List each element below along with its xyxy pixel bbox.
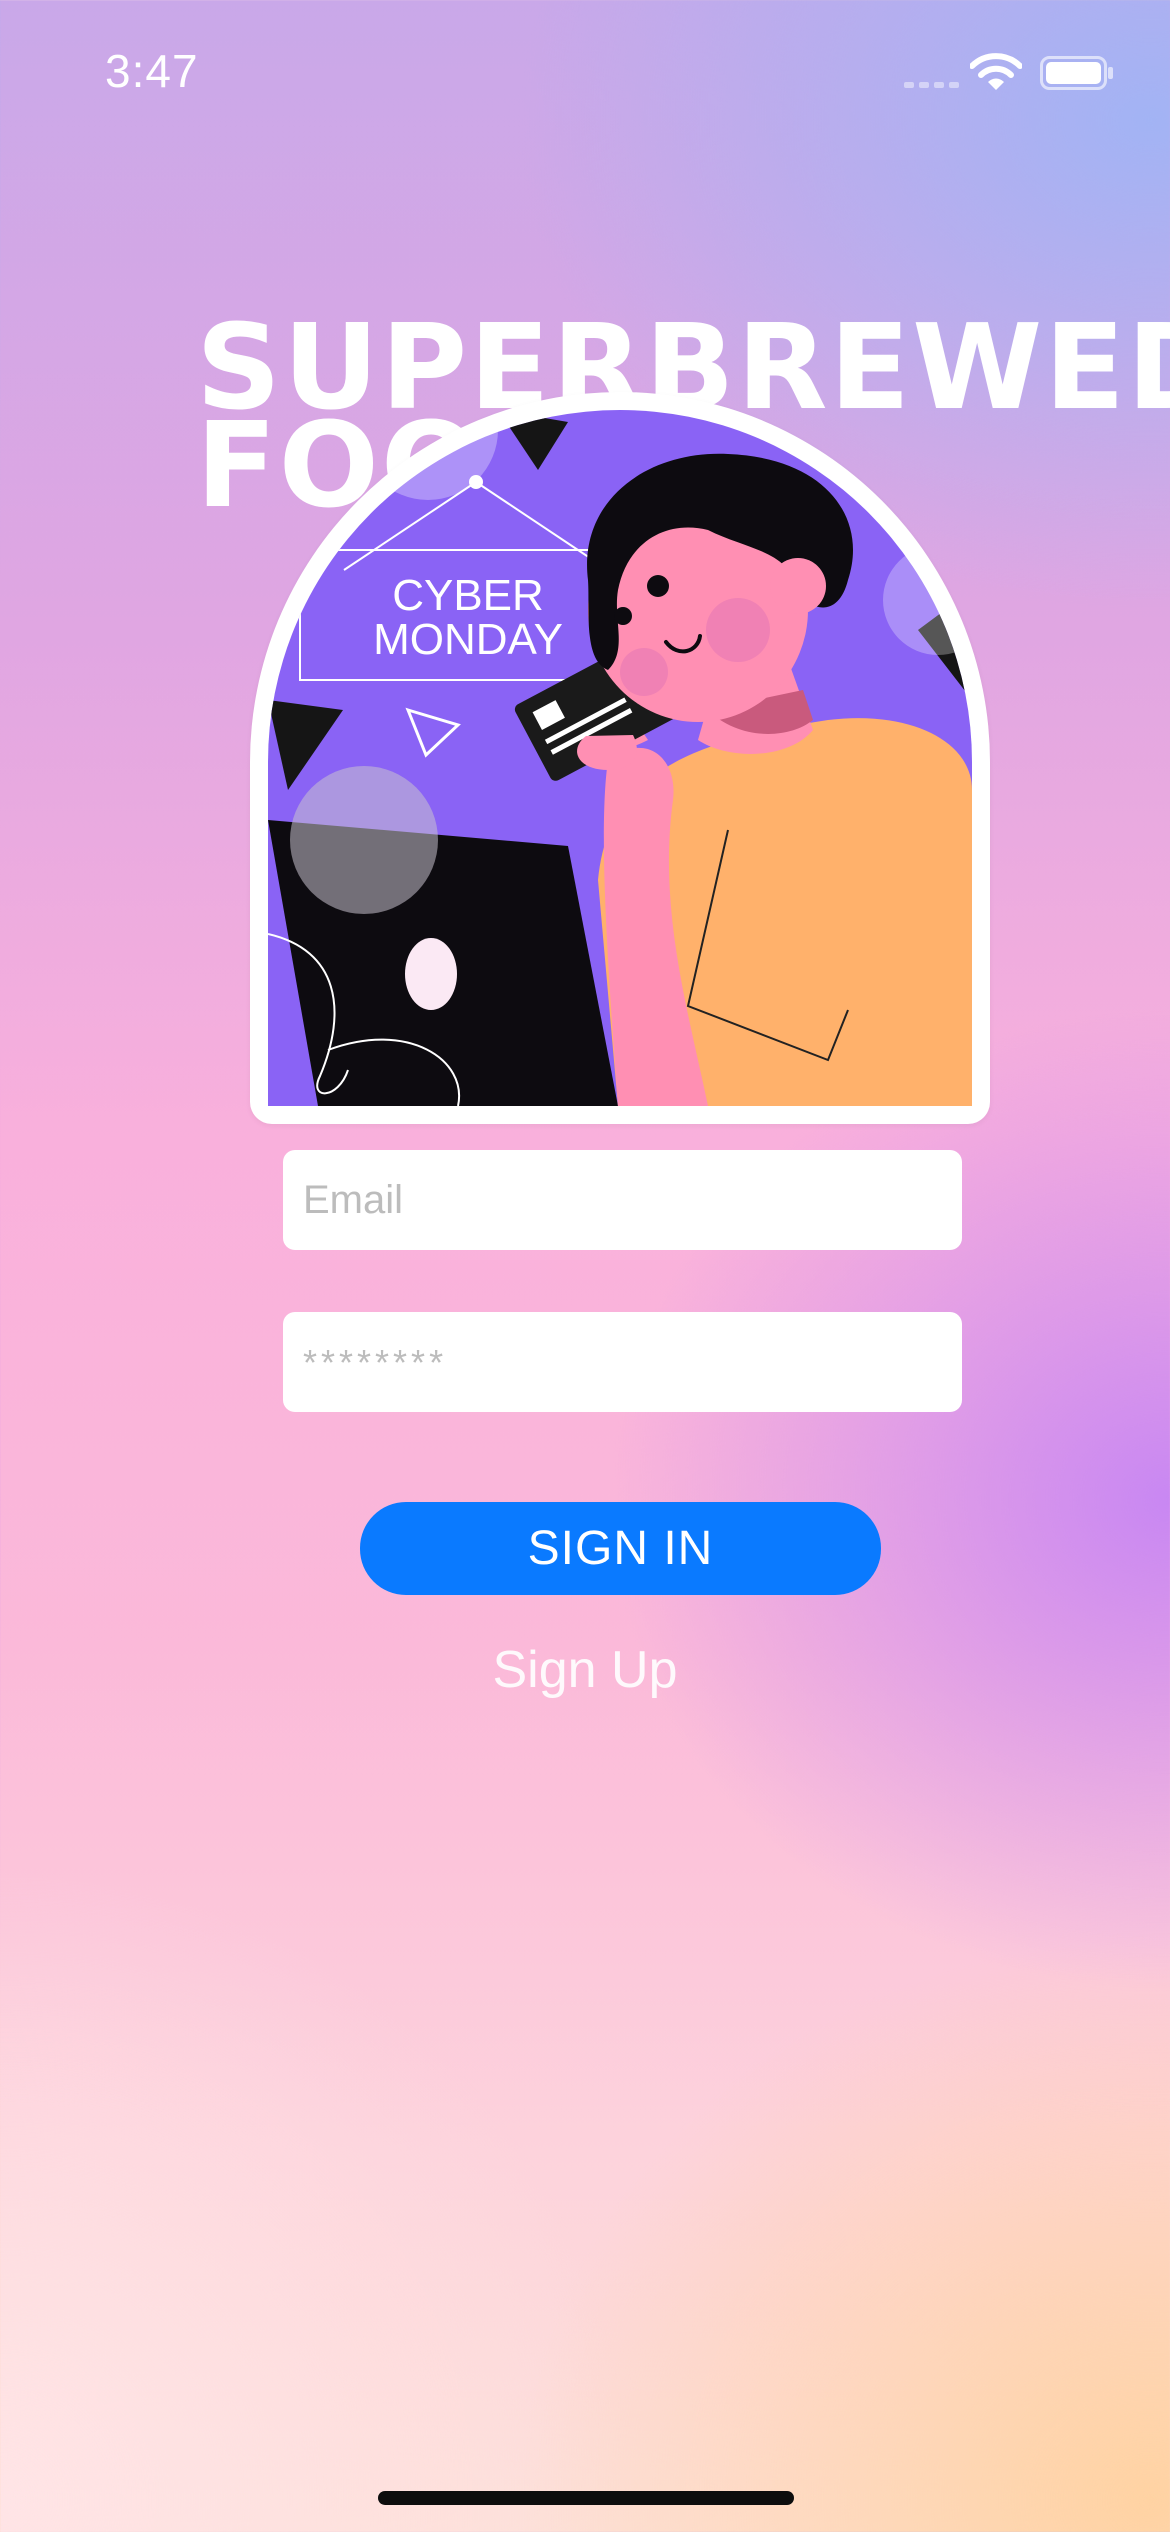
hero-illustration-card: CYBER MONDAY <box>250 392 990 1124</box>
battery-icon <box>1040 56 1113 90</box>
sign-in-button[interactable]: SIGN IN <box>360 1502 881 1595</box>
status-bar: 3:47 <box>0 0 1170 140</box>
sign-up-link[interactable]: Sign Up <box>0 1640 1170 1700</box>
sign-text-monday: MONDAY <box>373 615 563 664</box>
cyber-monday-illustration: CYBER MONDAY <box>268 410 972 1106</box>
home-indicator[interactable] <box>378 2491 794 2505</box>
cellular-signal-icon <box>904 82 959 88</box>
sign-text-cyber: CYBER <box>392 571 544 620</box>
status-time: 3:47 <box>105 45 199 97</box>
wifi-icon <box>970 53 1022 90</box>
email-input[interactable] <box>283 1150 962 1250</box>
password-input[interactable] <box>283 1312 962 1412</box>
